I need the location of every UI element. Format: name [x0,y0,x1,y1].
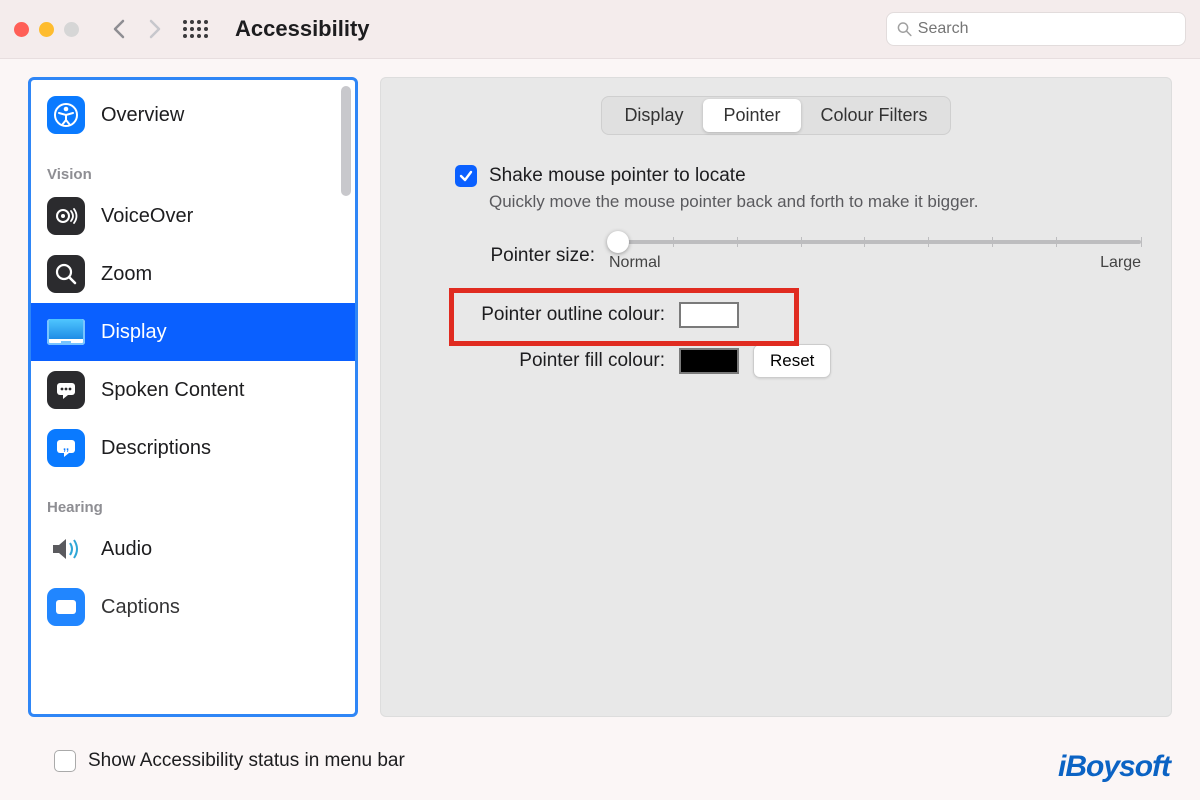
zoom-icon [47,255,85,293]
sidebar-item-label: Spoken Content [101,379,244,402]
search-field[interactable] [886,12,1186,46]
sidebar: Overview Vision VoiceOver Zoom Displa [28,77,358,717]
footer-option: Show Accessibility status in menu bar [54,750,405,772]
sidebar-item-label: Overview [101,104,184,127]
sidebar-item-overview[interactable]: Overview [31,86,355,144]
shake-pointer-description: Quickly move the mouse pointer back and … [489,191,1009,214]
pointer-size-label: Pointer size: [455,245,595,267]
accessibility-icon [47,96,85,134]
sidebar-item-descriptions[interactable]: ,, Descriptions [31,419,355,477]
forward-button[interactable] [141,15,169,43]
sidebar-item-label: Audio [101,538,152,561]
sidebar-section-hearing: Hearing [31,477,355,520]
content-pane: Display Pointer Colour Filters Shake mou… [380,77,1172,717]
back-button[interactable] [105,15,133,43]
audio-icon [47,530,85,568]
maximize-icon[interactable] [64,22,79,37]
sidebar-item-captions[interactable]: Captions [31,578,355,636]
shake-pointer-label: Shake mouse pointer to locate [489,165,746,187]
sidebar-item-spoken-content[interactable]: Spoken Content [31,361,355,419]
sidebar-item-display[interactable]: Display [31,303,355,361]
sidebar-item-zoom[interactable]: Zoom [31,245,355,303]
minimize-icon[interactable] [39,22,54,37]
slider-max-label: Large [1100,254,1141,272]
sidebar-item-label: Display [101,321,167,344]
spoken-content-icon [47,371,85,409]
tab-display[interactable]: Display [604,99,703,132]
status-menubar-label: Show Accessibility status in menu bar [88,750,405,772]
slider-thumb[interactable] [607,231,629,253]
shake-pointer-checkbox[interactable] [455,165,477,187]
tab-bar: Display Pointer Colour Filters [601,96,950,135]
pointer-fill-colorwell[interactable] [679,348,739,374]
voiceover-icon [47,197,85,235]
titlebar: Accessibility [0,0,1200,58]
slider-min-label: Normal [609,254,661,272]
descriptions-icon: ,, [47,429,85,467]
sidebar-item-label: Descriptions [101,437,211,460]
checkmark-icon [459,169,473,183]
window-controls [14,22,79,37]
reset-button[interactable]: Reset [753,344,831,378]
sidebar-item-audio[interactable]: Audio [31,520,355,578]
watermark: iBoysoft [1058,750,1170,784]
svg-text:,,: ,, [63,441,69,453]
sidebar-item-label: VoiceOver [101,205,193,228]
preferences-window: Accessibility Overview Vision VoiceOver [0,0,1200,800]
search-icon [897,21,912,37]
sidebar-scrollbar[interactable] [341,86,351,196]
sidebar-item-label: Zoom [101,263,152,286]
display-icon [47,313,85,351]
tab-pointer[interactable]: Pointer [703,99,800,132]
pointer-size-slider[interactable]: Normal Large [609,240,1141,272]
show-all-icon[interactable] [183,17,207,41]
annotation-highlight [449,288,799,346]
sidebar-item-voiceover[interactable]: VoiceOver [31,187,355,245]
close-icon[interactable] [14,22,29,37]
sidebar-section-vision: Vision [31,144,355,187]
pointer-fill-label: Pointer fill colour: [455,350,665,372]
search-input[interactable] [918,20,1175,38]
page-title: Accessibility [235,16,370,42]
status-menubar-checkbox[interactable] [54,750,76,772]
sidebar-item-label: Captions [101,596,180,619]
captions-icon [47,588,85,626]
tab-colour-filters[interactable]: Colour Filters [801,99,948,132]
